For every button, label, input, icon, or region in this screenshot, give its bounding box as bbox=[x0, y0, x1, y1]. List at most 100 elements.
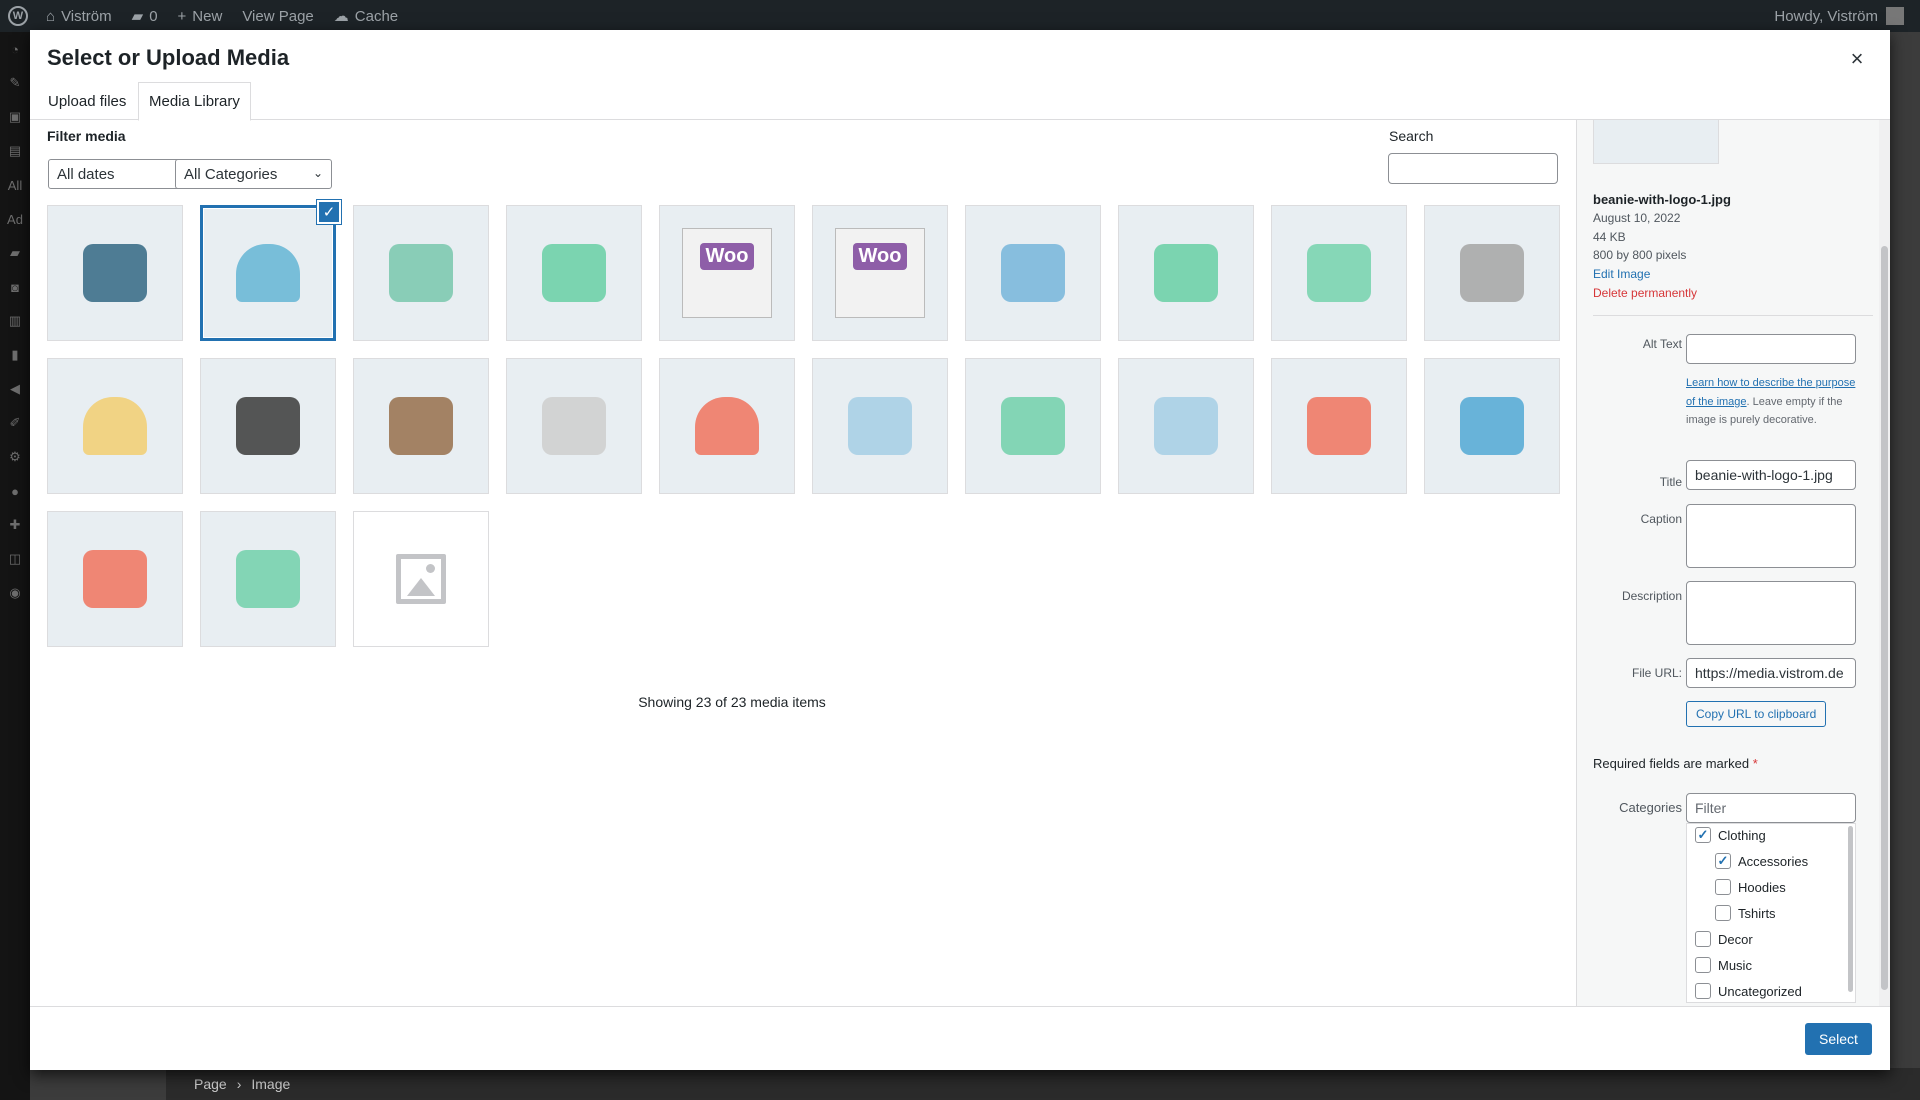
media-thumbnail bbox=[83, 550, 147, 608]
media-thumbnail bbox=[389, 397, 453, 455]
media-item-vneck-tee-red[interactable] bbox=[47, 511, 183, 647]
home-icon: ⌂ bbox=[46, 7, 56, 25]
new-content-link[interactable]: + New bbox=[178, 8, 223, 25]
tab-media-library[interactable]: Media Library bbox=[138, 82, 251, 121]
media-item-hoodie-green[interactable] bbox=[965, 358, 1101, 494]
close-icon[interactable]: × bbox=[1842, 44, 1872, 74]
delete-permanently-link[interactable]: Delete permanently bbox=[1593, 286, 1697, 300]
media-item-sunglasses[interactable] bbox=[200, 358, 336, 494]
plus-icon: + bbox=[177, 7, 187, 25]
media-item-tshirt-with-logo[interactable] bbox=[506, 205, 642, 341]
attachment-dimensions: 800 by 800 pixels bbox=[1593, 248, 1687, 262]
media-thumbnail bbox=[1460, 244, 1524, 302]
search-input[interactable] bbox=[1388, 153, 1558, 184]
account-menu[interactable]: Howdy, Viström bbox=[1774, 7, 1904, 25]
category-filter-select[interactable]: All Categories ⌄ bbox=[175, 159, 332, 189]
modal-title: Select or Upload Media bbox=[47, 45, 290, 70]
modal-footer: Select bbox=[30, 1006, 1890, 1070]
menu-add-label: Ad bbox=[7, 211, 23, 227]
media-modal: Select or Upload Media × Upload files Me… bbox=[30, 30, 1890, 1070]
checkmark-icon[interactable]: ✓ bbox=[317, 200, 341, 224]
media-icon: ▣ bbox=[8, 109, 22, 124]
media-item-hoodie-with-zipper[interactable] bbox=[1118, 205, 1254, 341]
media-item-tshirt-gray[interactable] bbox=[506, 358, 642, 494]
collapse-icon: ◉ bbox=[9, 585, 21, 600]
media-thumbnail bbox=[1460, 397, 1524, 455]
media-item-vneck-tee-blue[interactable] bbox=[1424, 358, 1560, 494]
category-checkbox[interactable] bbox=[1715, 879, 1731, 895]
category-item-accessories[interactable]: ✓ Accessories bbox=[1715, 853, 1808, 869]
media-item-hoodie-gray[interactable] bbox=[1424, 205, 1560, 341]
media-item-long-sleeve-tee[interactable] bbox=[1271, 205, 1407, 341]
alt-text-input[interactable] bbox=[1686, 334, 1856, 364]
edit-image-link[interactable]: Edit Image bbox=[1593, 267, 1650, 281]
media-item-woo-single[interactable]: Woo bbox=[659, 205, 795, 341]
tools-icon: ✚ bbox=[9, 517, 21, 532]
media-thumbnail bbox=[848, 397, 912, 455]
media-item-hoodie-blue[interactable] bbox=[1118, 358, 1254, 494]
category-label: Decor bbox=[1718, 931, 1753, 947]
media-item-beanie-red[interactable] bbox=[659, 358, 795, 494]
view-page-link[interactable]: View Page bbox=[242, 8, 313, 25]
category-checkbox[interactable] bbox=[1695, 983, 1711, 999]
media-thumbnail bbox=[542, 397, 606, 455]
analytics-icon: ▮ bbox=[11, 347, 19, 362]
description-textarea[interactable] bbox=[1686, 581, 1856, 645]
media-thumbnail bbox=[389, 244, 453, 302]
media-item-belt[interactable] bbox=[353, 358, 489, 494]
media-thumbnail bbox=[1307, 244, 1371, 302]
admin-sidebar: ◔ ✎ ▣ ▤ All Ad ▰ ◙ ▥ ▮ ◀ ✐ ⚙ ● ✚ ◫ ◉ bbox=[0, 32, 30, 1100]
categories-scrollbar[interactable] bbox=[1848, 826, 1853, 992]
media-count-status: Showing 23 of 23 media items bbox=[638, 694, 826, 710]
media-item-vneck-tee-green[interactable] bbox=[200, 511, 336, 647]
file-url-input[interactable]: https://media.vistrom.de bbox=[1686, 658, 1856, 688]
media-item-hoodie-with-logo[interactable] bbox=[812, 358, 948, 494]
category-label: Tshirts bbox=[1738, 905, 1776, 921]
category-item-decor[interactable]: Decor bbox=[1695, 931, 1753, 947]
comments-menu-icon: ▰ bbox=[10, 245, 20, 260]
users-icon: ● bbox=[11, 483, 19, 499]
plugins-icon: ⚙ bbox=[9, 449, 21, 464]
category-checkbox[interactable] bbox=[1715, 905, 1731, 921]
category-label: Clothing bbox=[1718, 827, 1766, 843]
category-item-tshirts[interactable]: Tshirts bbox=[1715, 905, 1776, 921]
category-item-hoodies[interactable]: Hoodies bbox=[1715, 879, 1786, 895]
attachment-thumbnail bbox=[1593, 120, 1719, 164]
attachment-details: beanie-with-logo-1.jpg August 10, 2022 4… bbox=[1576, 120, 1890, 1020]
select-button[interactable]: Select bbox=[1805, 1023, 1872, 1055]
media-item-pennant[interactable] bbox=[47, 205, 183, 341]
marketing-icon: ◀ bbox=[10, 381, 20, 396]
media-item-beanie-with-logo[interactable]: ✓ bbox=[200, 200, 341, 341]
media-item-placeholder[interactable] bbox=[353, 511, 489, 647]
description-label: Description bbox=[1621, 589, 1682, 603]
media-item-cap[interactable] bbox=[47, 358, 183, 494]
media-thumbnail bbox=[1001, 397, 1065, 455]
background-breadcrumb: Page › Image bbox=[166, 1068, 1920, 1100]
media-thumbnail: Woo bbox=[682, 228, 772, 318]
site-name-link[interactable]: ⌂ Viström bbox=[46, 8, 112, 25]
category-checkbox[interactable] bbox=[1695, 931, 1711, 947]
media-thumbnail bbox=[695, 397, 759, 455]
categories-filter-input[interactable]: Filter bbox=[1686, 793, 1856, 823]
caption-textarea[interactable] bbox=[1686, 504, 1856, 568]
copy-url-button[interactable]: Copy URL to clipboard bbox=[1686, 701, 1827, 727]
cache-link[interactable]: ☁ Cache bbox=[334, 7, 398, 26]
category-item-uncategorized[interactable]: Uncategorized bbox=[1695, 983, 1802, 999]
wordpress-logo-icon[interactable]: W bbox=[8, 6, 28, 26]
category-checkbox[interactable]: ✓ bbox=[1715, 853, 1731, 869]
category-item-clothing[interactable]: ✓ Clothing bbox=[1695, 827, 1766, 843]
details-scrollbar[interactable] bbox=[1879, 120, 1890, 1020]
comments-link[interactable]: ▰ 0 bbox=[131, 7, 158, 26]
scrollbar-thumb[interactable] bbox=[1881, 246, 1888, 990]
media-item-hoodie-tshirt-beanie-set[interactable] bbox=[353, 205, 489, 341]
media-item-polo[interactable] bbox=[965, 205, 1101, 341]
title-input[interactable]: beanie-with-logo-1.jpg bbox=[1686, 460, 1856, 490]
category-checkbox[interactable]: ✓ bbox=[1695, 827, 1711, 843]
comment-icon: ▰ bbox=[131, 8, 144, 25]
media-item-woo-album[interactable]: Woo bbox=[812, 205, 948, 341]
category-item-music[interactable]: Music bbox=[1695, 957, 1752, 973]
category-checkbox[interactable] bbox=[1695, 957, 1711, 973]
menu-all-label: All bbox=[7, 177, 23, 193]
tab-upload-files[interactable]: Upload files bbox=[38, 82, 136, 120]
media-item-hoodie-red[interactable] bbox=[1271, 358, 1407, 494]
